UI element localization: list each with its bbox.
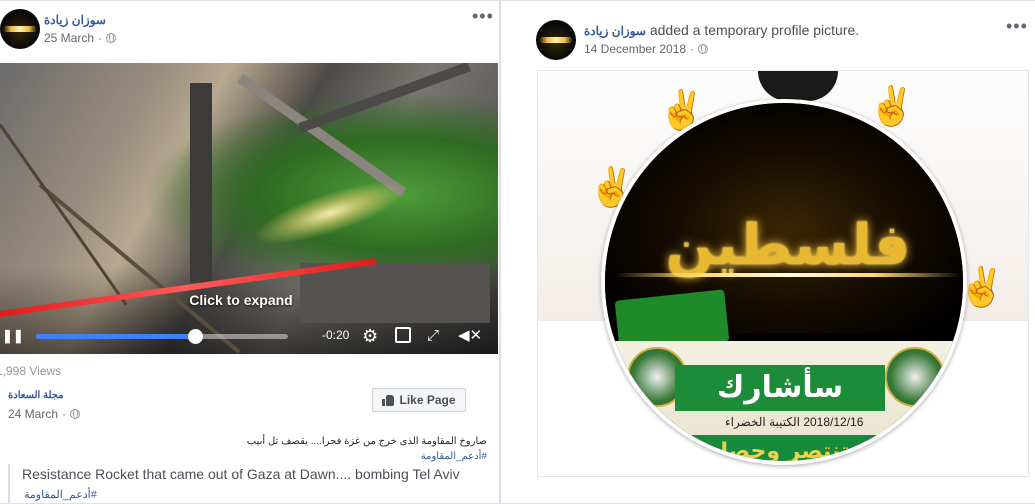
shared-text: صاروخ المقاومة الذى خرج من غزة فجرا.... … bbox=[246, 436, 487, 447]
click-to-expand[interactable]: Click to expand bbox=[0, 292, 482, 308]
quote-block: Resistance Rocket that came out of Gaza … bbox=[8, 464, 499, 503]
quote-text: Resistance Rocket that came out of Gaza … bbox=[22, 466, 460, 482]
right-post: سوزان زيادة added a temporary profile pi… bbox=[500, 0, 1035, 504]
like-page-button[interactable]: Like Page bbox=[372, 388, 466, 412]
emblem-right bbox=[885, 347, 945, 407]
fullscreen-icon[interactable]: ⤢ bbox=[427, 327, 439, 344]
story-action: added a temporary profile picture. bbox=[645, 22, 860, 38]
left-post: سوزان زيادة 25 March · ••• Click to expa… bbox=[0, 0, 500, 504]
globe-icon bbox=[70, 409, 81, 419]
avatar[interactable] bbox=[536, 20, 576, 60]
profile-frame: فلسطين سأشارك 2018/12/16 الكتيبة الخضراء… bbox=[601, 99, 967, 465]
pause-icon[interactable]: ❚❚ bbox=[2, 328, 24, 344]
settings-icon[interactable]: ⚙ bbox=[362, 326, 378, 347]
progress-knob[interactable] bbox=[187, 329, 203, 344]
shared-page-name[interactable]: مجلة السعادة bbox=[8, 390, 80, 401]
post-header: سوزان زيادة added a temporary profile pi… bbox=[536, 20, 859, 60]
time-remaining: -0:20 bbox=[322, 328, 350, 342]
shared-hashtag[interactable]: #أدعم_المقاومة bbox=[421, 451, 487, 462]
theater-icon[interactable] bbox=[395, 327, 411, 343]
author-name[interactable]: سوزان زيادة bbox=[44, 13, 116, 27]
more-icon[interactable]: ••• bbox=[1006, 17, 1028, 35]
quote-hashtag[interactable]: #أدعم_المقاومة bbox=[24, 488, 97, 501]
progress-fill bbox=[36, 334, 195, 339]
frame-slogan: غزة تنتصر وحصارنا bbox=[691, 439, 899, 464]
video-controls: ❚❚ -0:20 ⚙ ⤢ ◀✕ bbox=[0, 320, 498, 354]
post-meta: 14 December 2018 · bbox=[584, 42, 859, 56]
globe-icon bbox=[106, 33, 117, 43]
mute-icon[interactable]: ◀✕ bbox=[458, 326, 482, 344]
shared-date[interactable]: 24 March bbox=[8, 407, 58, 421]
post-meta: 25 March · bbox=[44, 31, 117, 45]
globe-icon bbox=[698, 44, 709, 54]
more-icon[interactable]: ••• bbox=[472, 7, 494, 25]
post-date[interactable]: 14 December 2018 bbox=[584, 42, 686, 56]
frame-date: 2018/12/16 الكتيبة الخضراء bbox=[725, 415, 864, 429]
story-line: سوزان زيادة added a temporary profile pi… bbox=[584, 22, 859, 38]
progress-bar[interactable] bbox=[36, 329, 288, 344]
video-player[interactable]: Click to expand ❚❚ -0:20 ⚙ ⤢ ◀✕ bbox=[0, 63, 498, 354]
frame-title: فلسطين bbox=[665, 213, 911, 278]
post-header: سوزان زيادة 25 March · bbox=[0, 9, 117, 49]
shared-page-header: مجلة السعادة 24 March · bbox=[8, 390, 81, 421]
post-date[interactable]: 25 March bbox=[44, 31, 94, 45]
avatar[interactable] bbox=[0, 9, 40, 49]
thumbs-up-icon bbox=[382, 394, 395, 406]
profile-photo[interactable]: ✌ ✌ ✌ ✌ فلسطين سأشارك 2018/12/16 الكتيبة… bbox=[537, 70, 1029, 477]
author-name[interactable]: سوزان زيادة bbox=[584, 24, 646, 38]
frame-share-word: سأشارك bbox=[716, 370, 844, 405]
view-count: 1,998 Views bbox=[0, 364, 62, 378]
shared-meta: 24 March · bbox=[8, 407, 81, 421]
like-page-label: Like Page bbox=[399, 393, 456, 407]
